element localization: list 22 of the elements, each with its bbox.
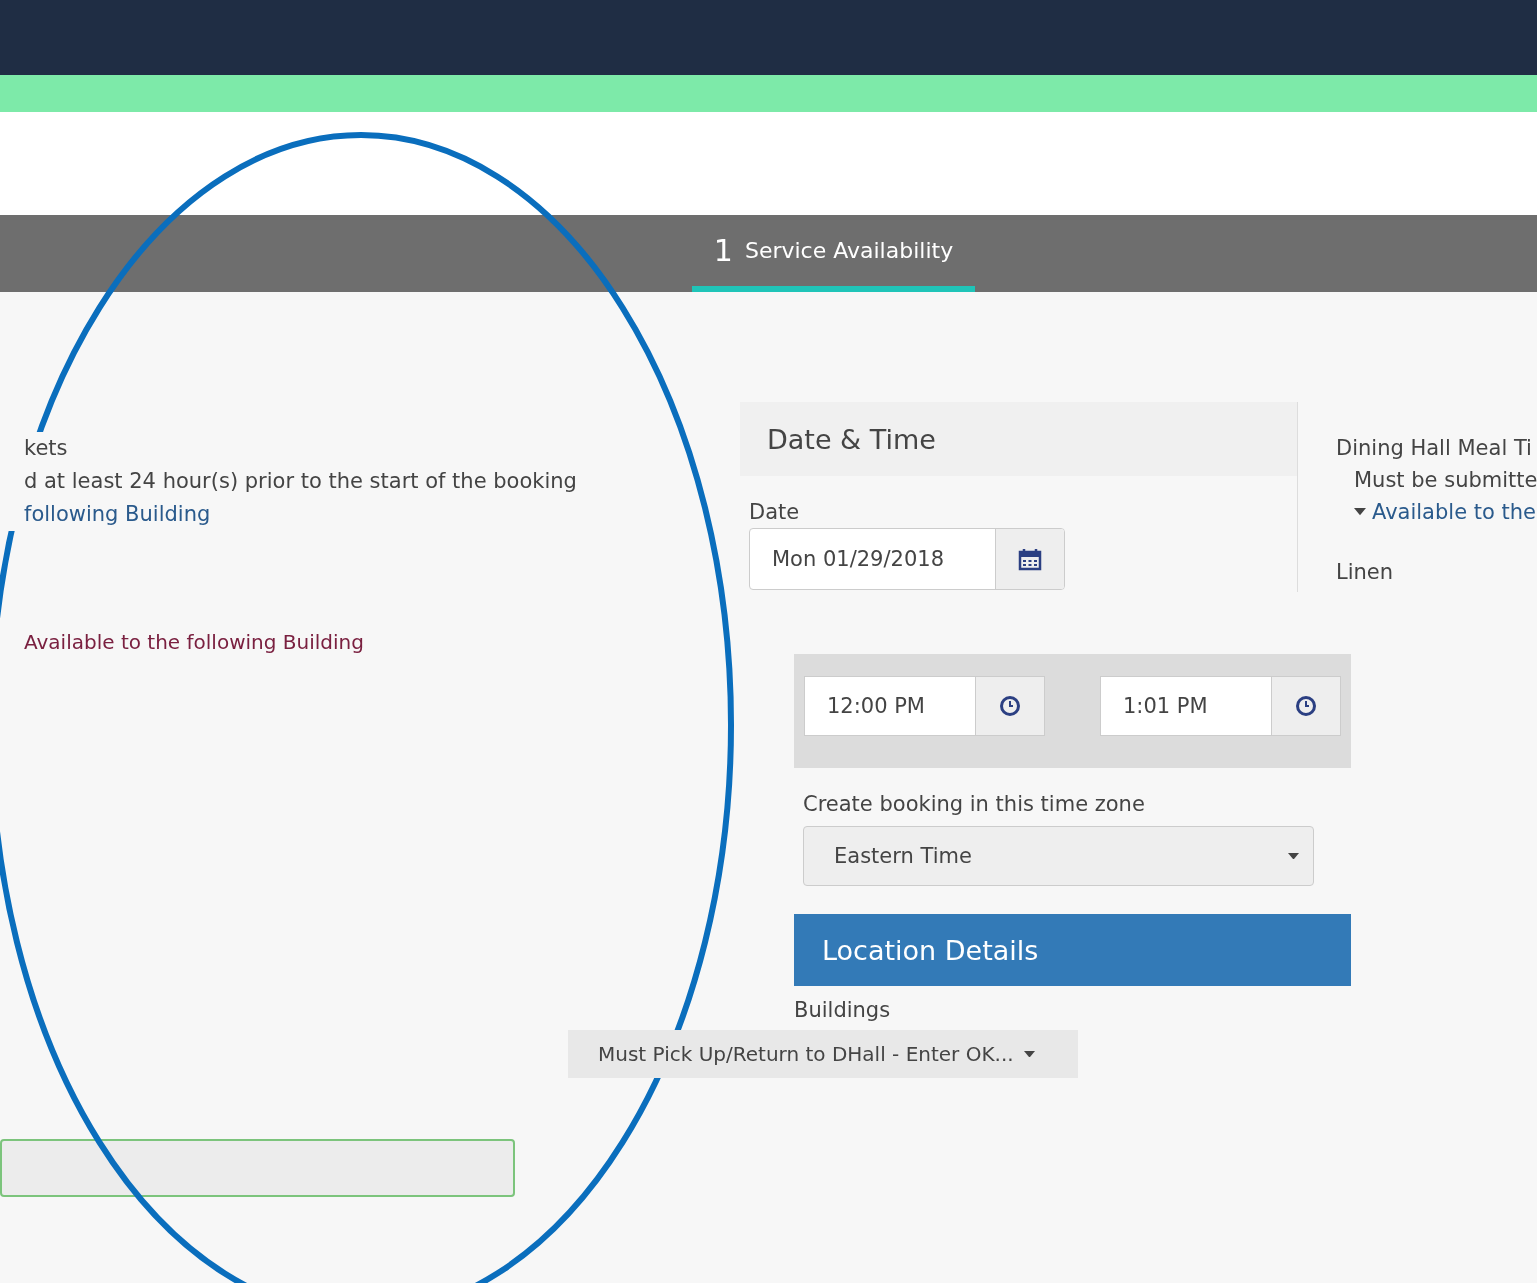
requirement-text: Must be submitte [1353, 467, 1537, 494]
buildings-dropdown[interactable]: Must Pick Up/Return to DHall - Enter OK... [568, 1030, 1078, 1078]
location-header: Location Details [794, 914, 1351, 986]
service-title: Linen [1336, 559, 1395, 586]
time-field[interactable]: 1:01 PM [1100, 676, 1341, 736]
caret-icon [1354, 508, 1366, 516]
date-label: Date [749, 500, 801, 524]
calendar-icon [1018, 547, 1042, 571]
caret-icon [1023, 1050, 1035, 1058]
time-field[interactable]: 12:00 PM [804, 676, 1045, 736]
timezone-dropdown[interactable]: Eastern Time [803, 826, 1314, 886]
date-field[interactable]: Mon 01/29/2018 [749, 528, 1065, 590]
input-field[interactable] [0, 1139, 515, 1197]
buildings-label: Buildings [794, 998, 892, 1022]
clock-icon [999, 695, 1021, 717]
step-tab[interactable]: 1 Service Availability [691, 215, 976, 292]
section-title: Date & Time [740, 402, 1297, 476]
clock-icon [1295, 695, 1317, 717]
timezone-label: Create booking in this time zone [803, 792, 1146, 816]
availability-link[interactable]: Available to the [1336, 496, 1537, 528]
service-title: Dining Hall Meal Ti [1336, 435, 1533, 462]
caret-icon [1288, 852, 1299, 860]
